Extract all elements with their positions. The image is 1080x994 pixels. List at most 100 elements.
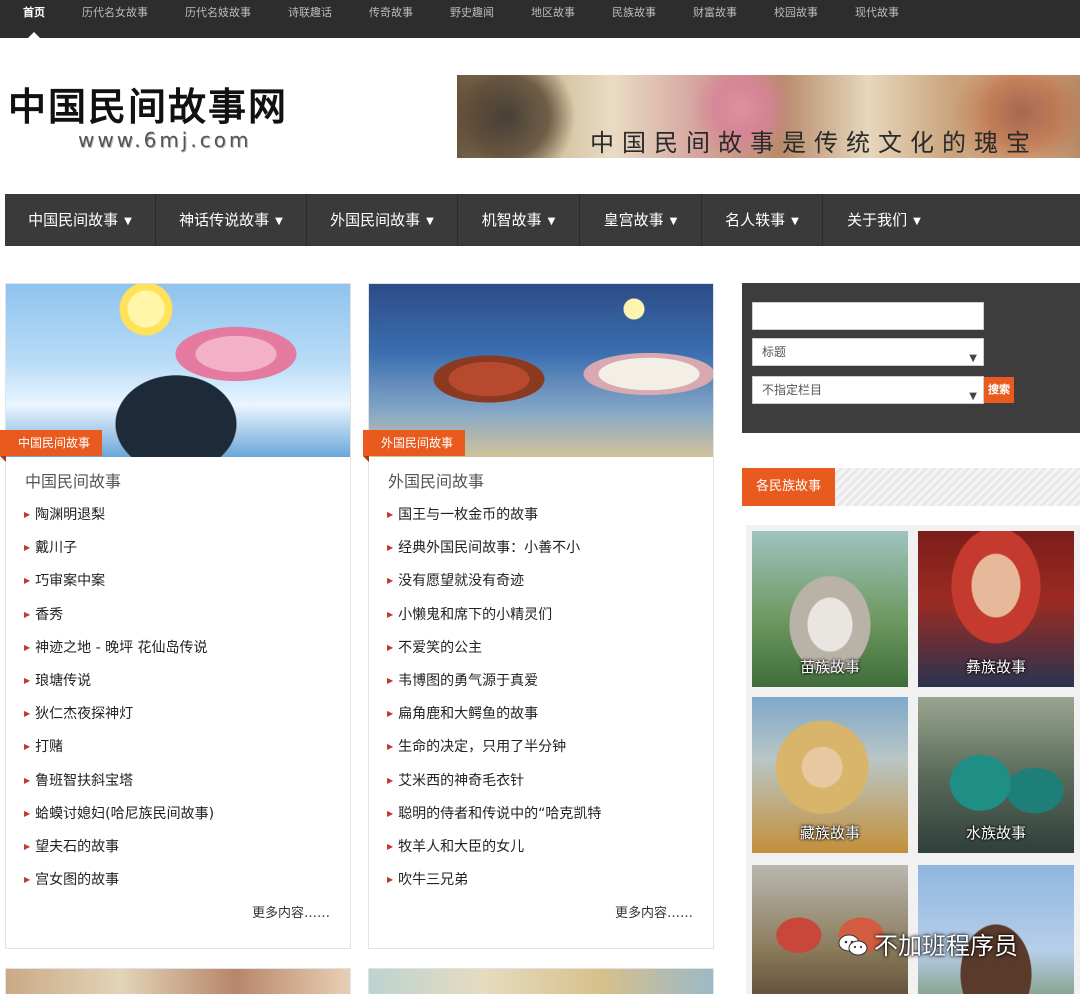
caret-right-icon: ▶	[24, 808, 31, 818]
thumb-label: 彝族故事	[965, 658, 1026, 676]
top-nav-famous-women[interactable]: 历代名女故事	[82, 0, 148, 26]
caret-right-icon: ▶	[387, 576, 394, 586]
list-item-text: 韦博图的勇气源于真爱	[398, 672, 539, 689]
caret-right-icon: ▶	[24, 609, 31, 619]
main-nav-chinese-folk[interactable]: 中国民间故事 ▼	[5, 194, 156, 246]
top-nav-modern[interactable]: 现代故事	[855, 0, 899, 26]
chevron-down-icon: ▼	[669, 216, 678, 227]
thumb-shui[interactable]: 水族故事	[918, 697, 1074, 853]
section-title[interactable]: 各民族故事	[742, 468, 836, 506]
thumb-label: 水族故事	[965, 824, 1026, 842]
list-item-text: 不爱笑的公主	[398, 639, 483, 656]
list-item-text: 狄仁杰夜探神灯	[35, 706, 134, 723]
list-item[interactable]: ▶ 生命的决定，只用了半分钟	[387, 736, 601, 769]
header-banner: 中国民间故事是传统文化的瑰宝	[457, 75, 1080, 158]
category-tag[interactable]: 外国民间故事	[363, 430, 466, 462]
top-nav-regional[interactable]: 地区故事	[531, 0, 575, 26]
active-indicator	[28, 32, 40, 38]
top-nav-unofficial-history[interactable]: 野史趣闻	[450, 0, 494, 26]
search-panel: 标题 ▼ 不指定栏目 ▼	[742, 283, 1080, 433]
list-item[interactable]: ▶ 宫女图的故事	[24, 869, 214, 902]
list-item[interactable]: ▶ 不爱笑的公主	[387, 637, 601, 670]
list-item[interactable]: ▶ 香秀	[24, 604, 214, 637]
list-item[interactable]: ▶ 牧羊人和大臣的女儿	[387, 836, 601, 869]
main-nav-label: 皇宫故事	[603, 211, 664, 229]
select-value: 不指定栏目	[762, 383, 823, 397]
thumb-tibetan[interactable]: 藏族故事	[752, 697, 908, 853]
list-item-text: 香秀	[35, 606, 64, 623]
caret-right-icon: ▶	[387, 808, 394, 818]
list-item[interactable]: ▶ 望夫石的故事	[24, 836, 214, 869]
main-nav-about[interactable]: 关于我们 ▼	[823, 194, 945, 246]
list-item[interactable]: ▶ 鲁班智扶斜宝塔	[24, 770, 214, 803]
chevron-down-icon: ▼	[913, 216, 921, 227]
main-nav-celebrities[interactable]: 名人轶事 ▼	[702, 194, 823, 246]
list-item[interactable]: ▶ 神迹之地 - 晚坪 花仙岛传说	[24, 637, 214, 670]
card-image[interactable]	[6, 969, 350, 994]
list-item[interactable]: ▶ 蛤蟆讨媳妇(哈尼族民间故事)	[24, 803, 214, 836]
list-item[interactable]: ▶ 经典外国民间故事：小善不小	[387, 537, 601, 570]
list-item[interactable]: ▶ 狄仁杰夜探神灯	[24, 703, 214, 736]
search-column-select[interactable]: 不指定栏目 ▼	[752, 376, 984, 404]
list-item[interactable]: ▶ 国王与一枚金币的故事	[387, 504, 601, 537]
main-nav-wit[interactable]: 机智故事 ▼	[458, 194, 580, 246]
caret-right-icon: ▶	[24, 709, 31, 719]
main-nav-foreign-folk[interactable]: 外国民间故事 ▼	[307, 194, 458, 246]
list-item[interactable]: ▶ 小懒鬼和席下的小精灵们	[387, 604, 601, 637]
main-nav-palace[interactable]: 皇宫故事 ▼	[580, 194, 702, 246]
list-item[interactable]: ▶ 没有愿望就没有奇迹	[387, 570, 601, 603]
main-nav-myths[interactable]: 神话传说故事 ▼	[156, 194, 307, 246]
thumb-miao[interactable]: 苗族故事	[752, 531, 908, 687]
thumb-yi[interactable]: 彝族故事	[918, 531, 1074, 687]
caret-right-icon: ▶	[24, 841, 31, 851]
top-nav-famous-courtesans[interactable]: 历代名妓故事	[185, 0, 251, 26]
top-nav-campus[interactable]: 校园故事	[774, 0, 818, 26]
list-item-text: 艾米西的神奇毛衣针	[398, 772, 525, 789]
card-image[interactable]	[369, 969, 713, 994]
caret-right-icon: ▶	[24, 543, 31, 553]
main-nav-label: 名人轶事	[725, 211, 786, 229]
list-item[interactable]: ▶ 吹牛三兄弟	[387, 869, 601, 902]
list-item[interactable]: ▶ 戴川子	[24, 537, 214, 570]
site-logo-title[interactable]: 中国民间故事网	[8, 76, 288, 131]
top-nav-poetry[interactable]: 诗联趣话	[288, 0, 332, 26]
list-item[interactable]: ▶ 打赌	[24, 736, 214, 769]
list-item-text: 扁角鹿和大鳄鱼的故事	[398, 706, 539, 723]
top-nav-bar: 首页 历代名女故事 历代名妓故事 诗联趣话 传奇故事 野史趣闻 地区故事 民族故…	[0, 0, 1080, 38]
chevron-down-icon: ▼	[426, 216, 434, 227]
list-item-text: 小懒鬼和席下的小精灵们	[398, 606, 553, 623]
more-link[interactable]: 更多内容……	[615, 902, 693, 921]
chevron-down-icon: ▼	[547, 216, 556, 227]
list-item-text: 神迹之地 - 晚坪 花仙岛传说	[35, 639, 208, 656]
top-nav-ethnic[interactable]: 民族故事	[612, 0, 656, 26]
story-list: ▶ 国王与一枚金币的故事 ▶ 经典外国民间故事：小善不小 ▶ 没有愿望就没有奇迹 ▶ 小…	[387, 504, 601, 902]
caret-right-icon: ▶	[387, 675, 394, 685]
card-title[interactable]: 外国民间故事	[388, 468, 484, 492]
list-item[interactable]: ▶ 韦博图的勇气源于真爱	[387, 670, 601, 703]
story-card-partial	[5, 968, 351, 994]
list-item[interactable]: ▶ 陶渊明退梨	[24, 504, 214, 537]
caret-right-icon: ▶	[24, 510, 31, 519]
search-field-select[interactable]: 标题 ▼	[752, 338, 984, 366]
list-item[interactable]: ▶ 巧审案中案	[24, 570, 214, 603]
list-item[interactable]: ▶ 艾米西的神奇毛衣针	[387, 770, 601, 803]
caret-right-icon: ▶	[387, 510, 394, 519]
list-item[interactable]: ▶ 扁角鹿和大鳄鱼的故事	[387, 703, 601, 736]
search-input[interactable]	[752, 302, 984, 330]
caret-right-icon: ▶	[387, 775, 394, 785]
main-nav-label: 中国民间故事	[28, 211, 119, 229]
caret-right-icon: ▶	[24, 576, 31, 586]
top-nav-legends[interactable]: 传奇故事	[369, 0, 413, 26]
more-link[interactable]: 更多内容……	[252, 902, 330, 921]
list-item[interactable]: ▶ 聪明的侍者和传说中的“哈克凯特	[387, 803, 601, 836]
list-item[interactable]: ▶ 琅塘传说	[24, 670, 214, 703]
story-card-partial	[368, 968, 714, 994]
category-tag[interactable]: 中国民间故事	[0, 430, 103, 462]
search-button[interactable]: 搜索	[984, 377, 1014, 403]
caret-right-icon: ▶	[24, 875, 31, 885]
card-title[interactable]: 中国民间故事	[25, 468, 121, 492]
main-nav-label: 机智故事	[481, 211, 542, 229]
chevron-down-icon: ▼	[124, 216, 132, 227]
top-nav-wealth[interactable]: 财富故事	[693, 0, 737, 26]
top-nav-home[interactable]: 首页	[23, 0, 45, 26]
